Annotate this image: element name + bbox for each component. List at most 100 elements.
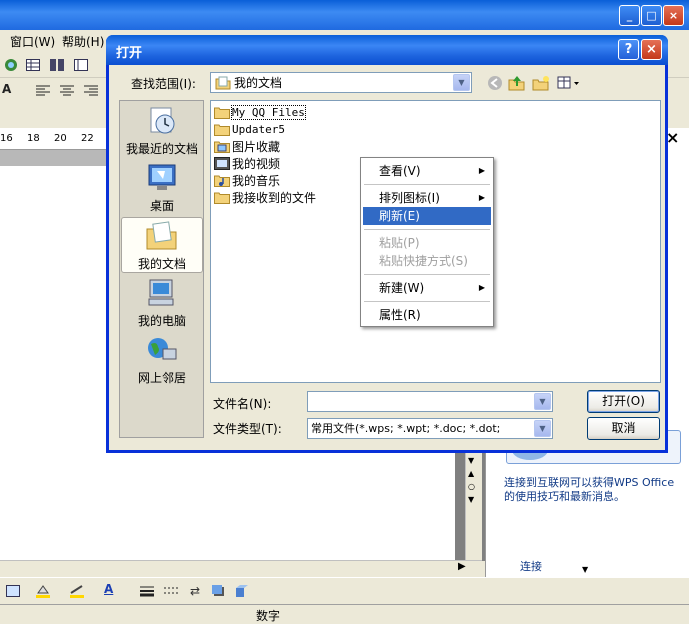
list-item[interactable]: 我的音乐 [214,172,280,188]
ruler-tick: 16 [0,133,13,144]
ruler-tick: 22 [81,133,94,144]
picture-icon[interactable] [4,583,22,599]
dialog-title-bar[interactable]: 打开 ? × [106,35,668,65]
back-icon[interactable] [485,74,505,92]
place-desktop[interactable]: 桌面 [121,160,203,216]
shadow-icon[interactable] [210,583,228,599]
font-color-icon[interactable]: A [104,582,113,596]
look-in-dropdown[interactable]: 我的文档 ▼ [210,72,472,93]
line-color-icon[interactable] [68,583,86,599]
list-item[interactable]: Updater5 [214,121,285,137]
new-folder-icon[interactable] [531,74,551,92]
ruler-tick: 18 [27,133,40,144]
views-menu-icon[interactable] [556,74,582,92]
file-name: My QQ Files [231,104,306,120]
ruler-tick: 20 [54,133,67,144]
desktop-icon [148,164,176,190]
open-button[interactable]: 打开(O) [587,390,660,413]
menu-item-label: 粘贴(P) [379,236,420,250]
open-file-dialog: 打开 ? × 查找范围(I): 我的文档 ▼ 我最近的文档 桌面 我的文档 我的… [106,35,668,453]
minimize-button[interactable]: _ [619,5,640,26]
file-name-label: 文件名(N): [213,397,272,411]
place-my-computer[interactable]: 我的电脑 [121,275,203,331]
list-item[interactable]: My QQ Files [214,104,306,120]
submenu-arrow-icon: ▶ [478,283,485,292]
menu-item-view[interactable]: 查看(V) ▶ [363,162,491,180]
menu-window[interactable]: 窗口(W) [10,33,55,50]
app-title-bar: _ □ × [0,0,689,30]
align-center-icon[interactable] [58,83,76,99]
drawing-toolbar: A ⇄ [0,577,689,604]
place-network[interactable]: 网上邻居 [121,332,203,388]
submenu-arrow-icon: ▶ [478,166,485,175]
columns-icon[interactable] [48,57,66,73]
place-label: 我的文档 [137,257,186,271]
3d-icon[interactable] [232,583,250,599]
menu-help[interactable]: 帮助(H) [62,33,104,50]
recent-documents-icon [150,107,175,134]
scroll-right-icon[interactable]: ▶ [458,561,466,572]
horizontal-scrollbar[interactable]: ▶ [0,560,482,577]
menu-item-paste-shortcut: 粘贴快捷方式(S) [363,252,491,270]
menu-separator [364,301,490,302]
up-folder-icon[interactable] [507,74,527,92]
table-icon[interactable] [24,57,42,73]
file-name-input[interactable]: ▼ [307,391,553,412]
dialog-close-button[interactable]: × [641,39,662,60]
taskpane-message: 连接到互联网可以获得WPS Office 的使用技巧和最新消息。 [504,476,675,503]
menu-item-paste: 粘贴(P) [363,234,491,252]
menu-separator [364,229,490,230]
look-in-label: 查找范围(I): [131,77,196,91]
look-in-value: 我的文档 [234,76,283,90]
taskpane-close-icon[interactable]: × [666,128,679,147]
place-recent-documents[interactable]: 我最近的文档 [121,103,203,159]
web-icon[interactable] [2,57,20,73]
arrow-style-icon[interactable]: ⇄ [186,583,204,599]
file-type-value: 常用文件(*.wps; *.wpt; *.doc; *.dot; [311,422,501,435]
place-label: 我的电脑 [137,314,186,328]
file-name: 图片收藏 [232,139,281,154]
font-size-increase-icon[interactable]: A [2,82,11,96]
chevron-down-icon[interactable]: ▼ [453,74,470,91]
menu-item-arrange-icons[interactable]: 排列图标(I) ▶ [363,189,491,207]
my-computer-icon [148,279,174,306]
document-map-icon[interactable] [72,57,90,73]
menu-item-refresh[interactable]: 刷新(E) [363,207,491,225]
fill-color-icon[interactable] [34,583,52,599]
file-name: 我接收到的文件 [232,190,317,205]
list-item[interactable]: 我接收到的文件 [214,189,316,205]
chevron-down-icon[interactable]: ▼ [534,393,551,410]
dash-style-icon[interactable] [162,583,180,599]
scroll-buttons-icon[interactable]: ▼ ▲ ○ ▼ [468,454,482,506]
my-documents-icon [146,221,177,250]
taskpane-option[interactable]: 连接 [520,558,542,574]
menu-item-label: 新建(W) [379,281,425,295]
place-my-documents[interactable]: 我的文档 [121,217,203,273]
status-bar: 数字 [0,604,689,624]
file-name: 我的视频 [232,156,281,171]
align-right-icon[interactable] [82,83,100,99]
place-label: 网上邻居 [137,371,186,385]
place-label: 我最近的文档 [125,142,198,156]
list-item[interactable]: 我的视频 [214,155,280,171]
help-button[interactable]: ? [618,39,639,60]
ruler-margin [0,150,108,166]
menu-item-properties[interactable]: 属性(R) [363,306,491,324]
menu-item-new[interactable]: 新建(W) ▶ [363,279,491,297]
chevron-down-icon[interactable]: ▼ [582,565,588,574]
maximize-button[interactable]: □ [641,5,662,26]
chevron-down-icon[interactable]: ▼ [534,420,551,437]
vertical-scrollbar[interactable]: ▼ ▲ ○ ▼ [465,452,482,560]
file-type-dropdown[interactable]: 常用文件(*.wps; *.wpt; *.doc; *.dot; ▼ [307,418,553,439]
folder-icon [214,124,230,136]
file-name: 我的音乐 [232,173,281,188]
align-left-icon[interactable] [34,83,52,99]
app-close-button[interactable]: × [663,5,684,26]
menu-item-label: 查看(V) [379,164,421,178]
video-folder-icon [214,156,230,170]
menu-item-label: 刷新(E) [379,209,420,223]
pictures-folder-icon [214,141,230,153]
list-item[interactable]: 图片收藏 [214,138,280,154]
cancel-button[interactable]: 取消 [587,417,660,440]
line-style-icon[interactable] [138,583,156,599]
